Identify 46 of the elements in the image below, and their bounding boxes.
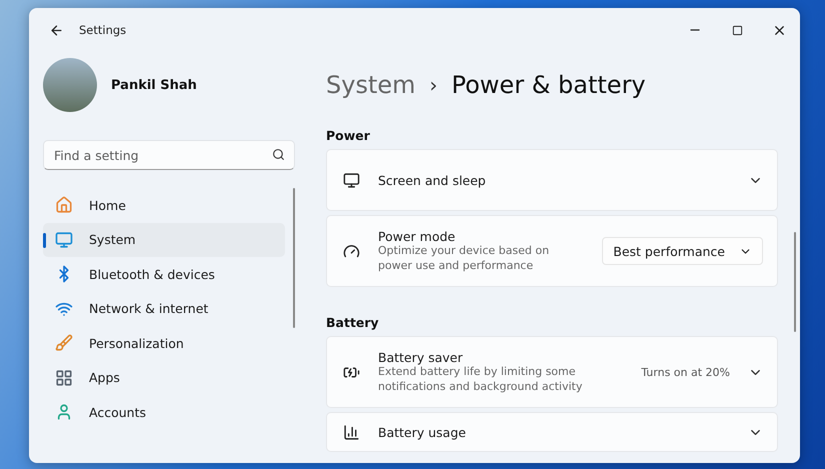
sidebar-label: Apps <box>89 370 120 386</box>
sidebar-label: Bluetooth & devices <box>89 266 215 282</box>
chart-icon <box>343 424 360 440</box>
sidebar-item[interactable]: Home <box>43 188 285 222</box>
setting-card[interactable]: Screen and sleep <box>326 149 778 211</box>
gauge-icon <box>343 242 360 260</box>
setting-description: Extend battery life by limiting some notifications and background activity <box>378 364 584 394</box>
power-mode-dropdown[interactable]: Best performance <box>602 237 763 265</box>
selection-indicator <box>43 232 46 248</box>
sidebar-label: System <box>89 232 136 248</box>
breadcrumb-parent[interactable]: System <box>326 71 416 99</box>
sidebar-label: Home <box>89 198 126 213</box>
section-title: Battery <box>326 315 380 330</box>
user-name: Pankil Shah <box>111 78 197 92</box>
setting-card[interactable]: Power mode Optimize your device based on power use and performance Best performance <box>326 215 778 287</box>
setting-title: Battery usage <box>378 424 467 440</box>
avatar <box>43 58 97 112</box>
setting-title: Battery saver <box>378 350 464 365</box>
sidebar-label: Network & internet <box>89 301 208 316</box>
status-text: Turns on at 20% <box>641 366 730 378</box>
search-field[interactable]: Find a setting <box>43 140 295 170</box>
sidebar-item[interactable]: Bluetooth & devices <box>43 257 285 292</box>
screen-icon <box>343 172 360 188</box>
sidebar-item[interactable]: System <box>43 222 285 257</box>
sidebar-item[interactable]: Apps <box>43 360 285 395</box>
search-icon <box>272 148 285 161</box>
page-title: Power & battery <box>452 71 646 99</box>
brush-icon <box>55 334 73 352</box>
person-icon <box>55 403 73 422</box>
setting-card[interactable]: Battery saver Extend battery life by limiting some notifications and background activity Turns on at 20% <box>326 336 778 408</box>
sidebar-item[interactable]: Personalization <box>43 326 285 360</box>
apps-icon <box>55 368 73 387</box>
sidebar-label: Accounts <box>89 404 146 420</box>
section-title: Power <box>326 128 371 143</box>
setting-description: Optimize your device based on power use and performance <box>378 244 550 274</box>
window-title: Settings <box>79 23 128 37</box>
setting-card[interactable]: Battery usage <box>326 412 778 452</box>
sidebar-item[interactable]: Accounts <box>43 395 285 430</box>
setting-title: Screen and sleep <box>378 172 487 188</box>
home-icon <box>55 196 73 214</box>
maximize-icon <box>732 24 742 36</box>
breadcrumb-separator: › <box>430 73 438 97</box>
setting-title: Power mode <box>378 228 456 244</box>
sidebar-item[interactable]: Network & internet <box>43 292 285 326</box>
monitor-icon <box>55 230 73 249</box>
sidebar-label: Personalization <box>89 336 184 351</box>
